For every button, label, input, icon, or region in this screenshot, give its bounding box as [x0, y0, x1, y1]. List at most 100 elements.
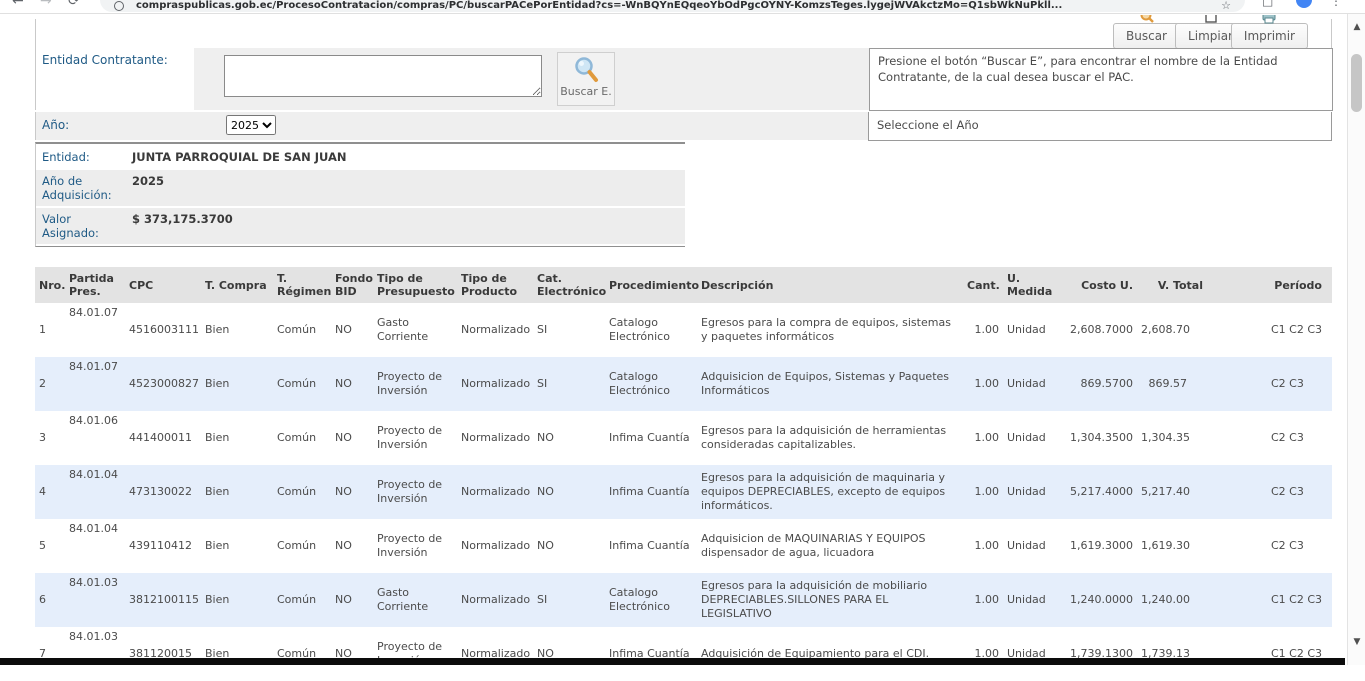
entidad-label-cell: Entidad Contratante: [36, 48, 194, 110]
info-value: JUNTA PARROQUIAL DE SAN JUAN [126, 146, 685, 168]
table-cell: Egresos para la adquisición de mobiliari… [697, 573, 963, 627]
side-panel-icon[interactable]: □ [1262, 0, 1273, 8]
table-cell: 3812100115 [125, 573, 201, 627]
scrollbar-thumb[interactable] [1351, 54, 1362, 112]
bookmark-star-icon[interactable]: ☆ [1221, 0, 1231, 12]
table-cell: NO [331, 573, 373, 627]
table-cell: NO [533, 519, 605, 573]
search-icon [1140, 15, 1154, 25]
table-row: 484.01.04473130022BienComúnNOProyecto de… [35, 465, 1332, 519]
url-text[interactable]: compraspublicas.gob.ec/ProcesoContrataci… [136, 0, 1196, 11]
table-cell: 1 [35, 303, 65, 357]
scroll-down-icon[interactable]: ▼ [1348, 637, 1365, 647]
browser-menu-icon[interactable]: ⋮ [1330, 0, 1342, 8]
table-cell: 1,619.30 [1137, 519, 1213, 573]
table-cell: 1,304.35 [1137, 411, 1213, 465]
table-cell: Catalogo Electrónico [605, 303, 697, 357]
table-cell: Normalizado [457, 411, 533, 465]
table-cell: Infima Cuantía [605, 465, 697, 519]
table-cell: Común [273, 465, 331, 519]
buscar-button[interactable]: Buscar [1113, 23, 1180, 49]
table-row: 184.01.074516003111BienComúnNOGasto Corr… [35, 303, 1332, 357]
table-cell: 1,739.1300 [1057, 627, 1137, 681]
table-cell: Bien [201, 573, 273, 627]
entidad-row: Entidad Contratante: Buscar E. Presione … [35, 48, 868, 110]
info-label: Entidad: [36, 146, 126, 168]
table-row: 584.01.04439110412BienComúnNOProyecto de… [35, 519, 1332, 573]
table-cell: NO [331, 627, 373, 681]
table-cell: Bien [201, 357, 273, 411]
table-cell: 2 [35, 357, 65, 411]
table-cell: Bien [201, 411, 273, 465]
table-cell: Egresos para la adquisición de herramien… [697, 411, 963, 465]
column-header: Tipo de Presupuesto [373, 267, 457, 303]
table-header-row: Nro.Partida Pres.CPCT. CompraT. RégimenF… [35, 267, 1332, 303]
table-cell: 2,608.70 [1137, 303, 1213, 357]
info-value: $ 373,175.3700 [126, 208, 685, 244]
table-cell: 439110412 [125, 519, 201, 573]
bottom-clip-bar [0, 658, 1345, 665]
column-header: Fondo BID [331, 267, 373, 303]
info-row: Entidad:JUNTA PARROQUIAL DE SAN JUAN [36, 146, 685, 168]
entidad-help-text: Presione el botón “Buscar E”, para encon… [869, 48, 1333, 111]
info-row: Valor Asignado:$ 373,175.3700 [36, 208, 685, 244]
table-cell: 2,608.7000 [1057, 303, 1137, 357]
info-value: 2025 [126, 170, 685, 206]
table-cell: Proyecto de Inversión [373, 519, 457, 573]
table-cell: NO [331, 519, 373, 573]
table-cell: Común [273, 303, 331, 357]
table-cell: Catalogo Electrónico [605, 357, 697, 411]
table-cell: Unidad [1003, 357, 1057, 411]
table-cell: NO [533, 627, 605, 681]
table-cell: Gasto Corriente [373, 573, 457, 627]
column-header: Descripción [697, 267, 963, 303]
info-label: Valor Asignado: [36, 208, 126, 244]
table-cell: Adquisicion de Equipos, Sistemas y Paque… [697, 357, 963, 411]
table-row: 384.01.06441400011BienComúnNOProyecto de… [35, 411, 1332, 465]
table-cell: 84.01.03 [65, 627, 125, 681]
table-cell: C2 C3 [1213, 357, 1332, 411]
profile-avatar[interactable] [1296, 0, 1312, 8]
table-cell: NO [331, 465, 373, 519]
table-cell: NO [331, 303, 373, 357]
table-cell: 1.00 [963, 573, 1003, 627]
browser-chrome: ← → ⟳ compraspublicas.gob.ec/ProcesoCont… [0, 0, 1365, 14]
table-cell: Catalogo Electrónico [605, 573, 697, 627]
table-cell: C2 C3 [1213, 411, 1332, 465]
scroll-up-icon[interactable]: ▲ [1348, 22, 1365, 32]
column-header: V. Total [1137, 267, 1213, 303]
anio-select[interactable]: 2025 [226, 115, 276, 135]
table-cell: Gasto Corriente [373, 303, 457, 357]
table-cell: NO [331, 411, 373, 465]
imprimir-button[interactable]: Imprimir [1231, 23, 1308, 49]
magnifier-icon [573, 56, 599, 84]
table-cell: C1 C2 C3 [1213, 573, 1332, 627]
column-header: Cat. Electrónico [533, 267, 605, 303]
buscar-e-label: Buscar E. [558, 85, 614, 98]
table-cell: Egresos para la adquisición de maquinari… [697, 465, 963, 519]
table-cell: Infima Cuantía [605, 627, 697, 681]
entidad-input[interactable] [224, 55, 542, 97]
table-cell: Unidad [1003, 519, 1057, 573]
vertical-scrollbar[interactable]: ▲ ▼ [1347, 14, 1365, 665]
column-header: T. Compra [201, 267, 273, 303]
site-info-icon[interactable] [114, 1, 124, 11]
table-cell: Bien [201, 303, 273, 357]
table-cell: 441400011 [125, 411, 201, 465]
entidad-input-cell: Buscar E. [194, 48, 869, 110]
column-header: U. Medida [1003, 267, 1057, 303]
table-cell: Común [273, 573, 331, 627]
table-cell: 1.00 [963, 357, 1003, 411]
column-header: CPC [125, 267, 201, 303]
forward-icon[interactable]: → [40, 0, 52, 9]
reload-icon[interactable]: ⟳ [68, 0, 80, 9]
url-bar[interactable]: compraspublicas.gob.ec/ProcesoContrataci… [100, 0, 1245, 12]
back-icon[interactable]: ← [12, 0, 24, 9]
table-row: 684.01.033812100115BienComúnNOGasto Corr… [35, 573, 1332, 627]
table-cell: Común [273, 357, 331, 411]
info-label: Año de Adquisición: [36, 170, 126, 206]
table-cell: NO [331, 357, 373, 411]
table-cell: Egresos para la compra de equipos, siste… [697, 303, 963, 357]
table-cell: 5,217.4000 [1057, 465, 1137, 519]
buscar-entidad-button[interactable]: Buscar E. [557, 52, 615, 106]
